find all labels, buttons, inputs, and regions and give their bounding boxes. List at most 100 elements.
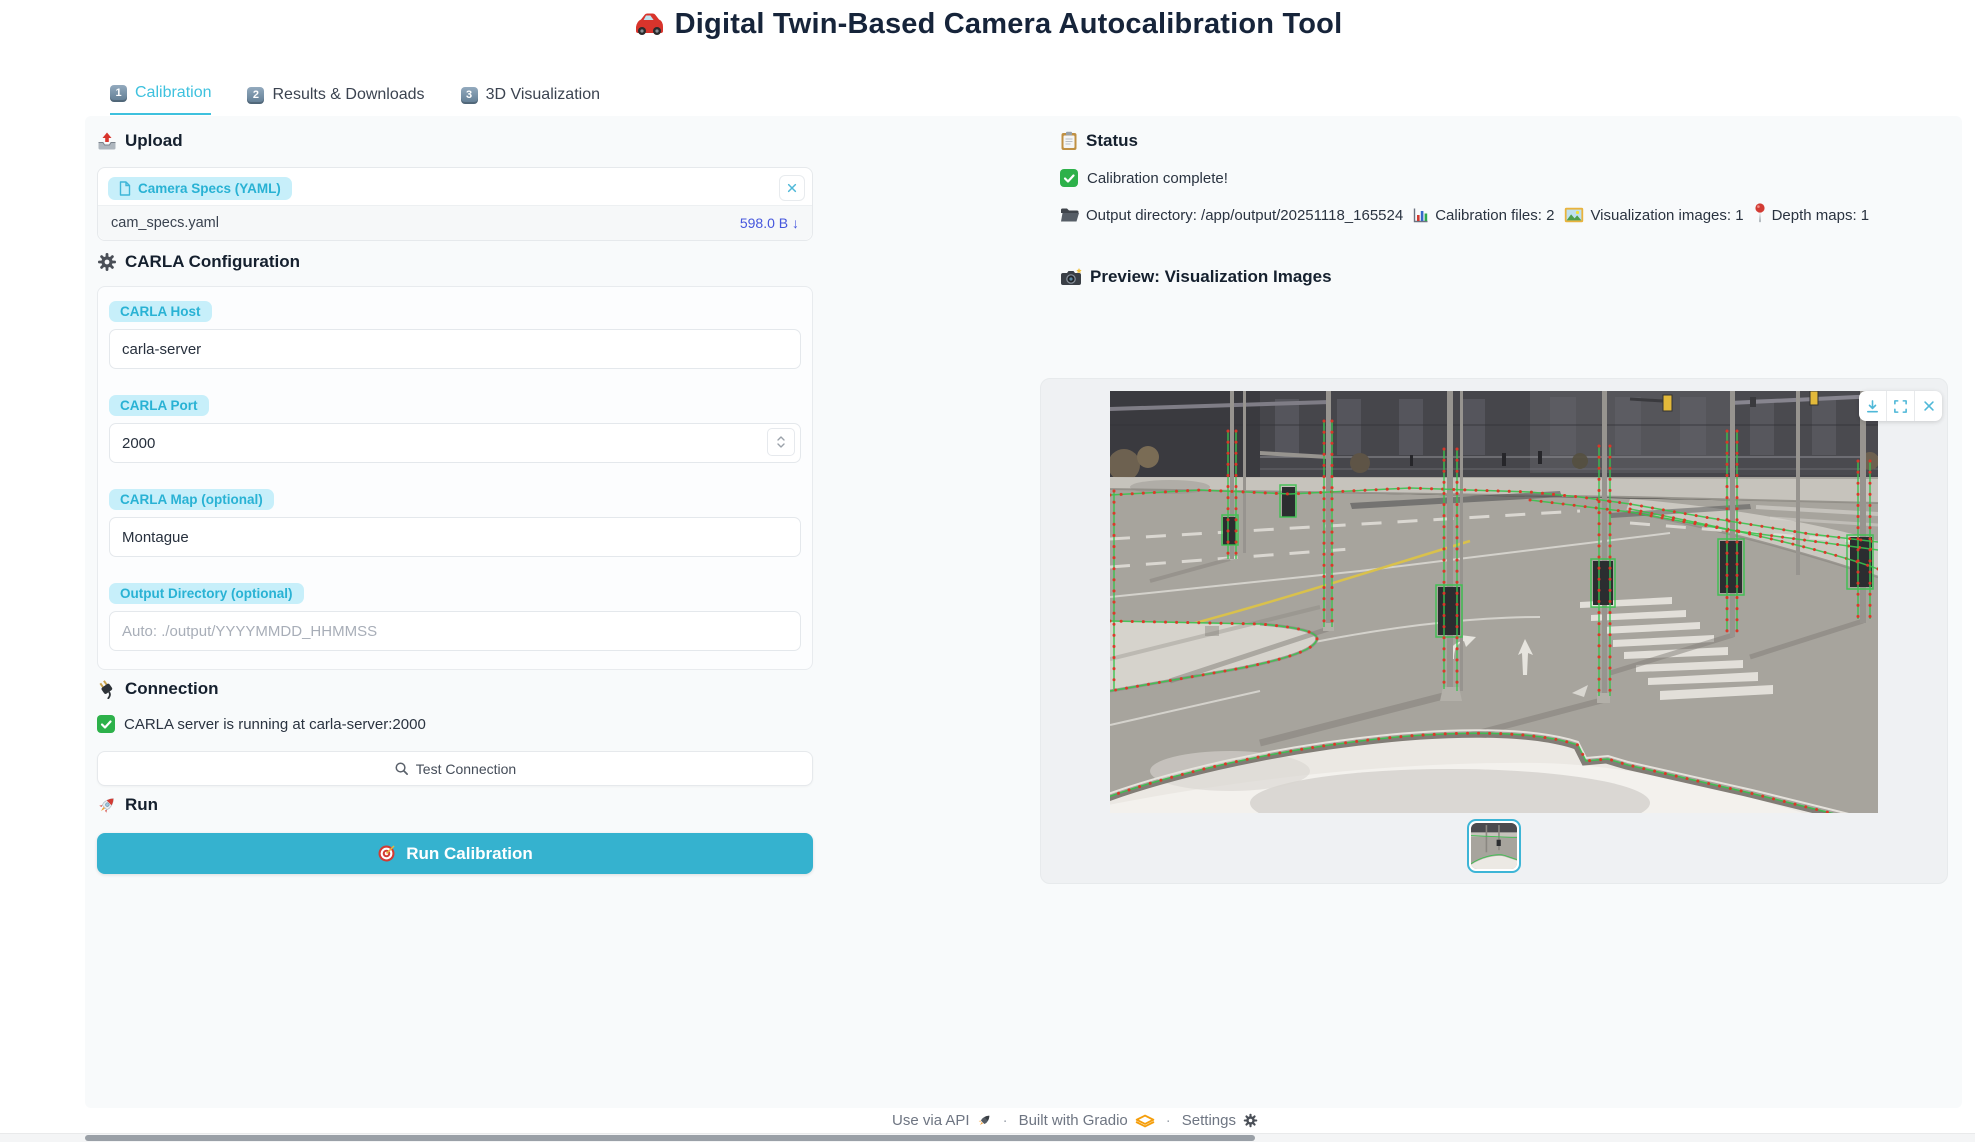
gradio-logo-icon: [1135, 1114, 1155, 1128]
download-arrow-icon: ↓: [792, 215, 799, 231]
detail-depth-maps: Depth maps: 1: [1772, 207, 1870, 224]
footer-separator: ·: [1003, 1112, 1008, 1129]
close-icon: [1922, 399, 1936, 413]
file-type-badge: Camera Specs (YAML): [108, 177, 292, 200]
clipboard-icon: [1060, 131, 1078, 151]
tab-bar: 1 Calibration 2 Results & Downloads 3 3D…: [110, 84, 600, 115]
field-carla-host: CARLA Host: [109, 301, 801, 369]
built-with-gradio-label: Built with Gradio: [1019, 1112, 1128, 1129]
keycap-3-icon: 3: [461, 87, 478, 104]
run-heading: Run: [97, 795, 158, 815]
keycap-2-icon: 2: [247, 87, 264, 104]
api-rocket-icon: [977, 1113, 992, 1128]
camera-flash-icon: [1060, 268, 1082, 286]
download-image-button[interactable]: [1859, 391, 1886, 421]
uploaded-file-name: cam_specs.yaml: [111, 215, 219, 231]
page-title-text: Digital Twin-Based Camera Autocalibratio…: [675, 8, 1343, 40]
detail-output-directory: Output directory: /app/output/20251118_1…: [1086, 207, 1403, 224]
upload-heading-text: Upload: [125, 131, 183, 151]
uploaded-file-row[interactable]: cam_specs.yaml 598.0 B ↓: [98, 205, 812, 240]
plug-icon: [97, 679, 117, 699]
test-connection-label: Test Connection: [416, 761, 516, 777]
clear-file-button[interactable]: [779, 175, 805, 201]
picture-icon: [1564, 207, 1584, 223]
connection-heading-text: Connection: [125, 679, 219, 699]
app-window: Digital Twin-Based Camera Autocalibratio…: [0, 0, 1975, 1142]
output-directory-label: Output Directory (optional): [109, 583, 304, 604]
search-icon: [394, 761, 409, 776]
built-with-gradio-link[interactable]: Built with Gradio: [1019, 1112, 1155, 1129]
file-icon: [119, 181, 131, 196]
close-preview-button[interactable]: [1914, 391, 1942, 421]
gear-icon: [97, 252, 117, 272]
page-title: Digital Twin-Based Camera Autocalibratio…: [0, 8, 1975, 41]
field-carla-map: CARLA Map (optional): [109, 489, 801, 557]
connection-status: CARLA server is running at carla-server:…: [97, 715, 426, 733]
upload-heading: Upload: [97, 131, 183, 151]
rocket-icon: [97, 795, 117, 815]
test-connection-button[interactable]: Test Connection: [97, 751, 813, 786]
carla-host-label: CARLA Host: [109, 301, 212, 322]
fullscreen-icon: [1893, 399, 1908, 414]
carla-scene-graphic: [1110, 391, 1878, 813]
use-via-api-label: Use via API: [892, 1112, 970, 1129]
tab-results-downloads[interactable]: 2 Results & Downloads: [247, 86, 424, 115]
tab-calibration[interactable]: 1 Calibration: [110, 84, 211, 115]
preview-heading: Preview: Visualization Images: [1060, 267, 1332, 287]
file-download-link[interactable]: 598.0 B ↓: [740, 215, 799, 231]
settings-link[interactable]: Settings: [1182, 1112, 1258, 1129]
config-heading: CARLA Configuration: [97, 252, 300, 272]
outbox-tray-icon: [97, 131, 117, 151]
gallery-thumbnail[interactable]: [1467, 819, 1521, 873]
footer-separator: ·: [1166, 1112, 1171, 1129]
gear-icon: [1243, 1113, 1258, 1128]
fullscreen-button[interactable]: [1886, 391, 1914, 421]
run-heading-text: Run: [125, 795, 158, 815]
preview-heading-text: Preview: Visualization Images: [1090, 267, 1332, 287]
check-icon: [1060, 169, 1078, 187]
keycap-1-icon: 1: [110, 85, 127, 102]
thumbnail-graphic: [1471, 823, 1517, 869]
stepper-arrows-icon: [776, 435, 786, 449]
tab-calibration-label: Calibration: [135, 84, 211, 102]
pin-icon: [1754, 203, 1766, 223]
file-type-label: Camera Specs (YAML): [138, 181, 281, 196]
output-directory-input[interactable]: [109, 611, 801, 651]
visualization-gallery: [1040, 378, 1948, 884]
status-details: Output directory: /app/output/20251118_1…: [1060, 203, 1880, 228]
detail-calibration-files: Calibration files: 2: [1435, 207, 1554, 224]
config-heading-text: CARLA Configuration: [125, 252, 300, 272]
car-icon: [633, 11, 665, 37]
horizontal-scrollbar-track[interactable]: [0, 1133, 1975, 1142]
carla-port-input[interactable]: [109, 423, 801, 463]
gallery-thumbnail-strip: [1041, 819, 1947, 873]
close-icon: [786, 182, 798, 194]
folder-icon: [1060, 207, 1080, 223]
carla-map-label: CARLA Map (optional): [109, 489, 274, 510]
check-icon: [97, 715, 115, 733]
number-stepper[interactable]: [767, 428, 795, 456]
detail-visualization-images: Visualization images: 1: [1590, 207, 1743, 224]
status-message: Calibration complete!: [1060, 169, 1228, 187]
visualization-image[interactable]: [1110, 391, 1878, 813]
bar-chart-icon: [1413, 207, 1429, 223]
carla-host-input[interactable]: [109, 329, 801, 369]
tab-3d-visualization[interactable]: 3 3D Visualization: [461, 86, 600, 115]
field-output-directory: Output Directory (optional): [109, 583, 801, 651]
connection-status-text: CARLA server is running at carla-server:…: [124, 716, 426, 733]
status-heading: Status: [1060, 131, 1138, 151]
tab-3d-label: 3D Visualization: [486, 86, 600, 104]
run-calibration-label: Run Calibration: [406, 844, 533, 864]
horizontal-scrollbar-thumb[interactable]: [85, 1135, 1255, 1141]
run-calibration-button[interactable]: Run Calibration: [97, 833, 813, 874]
status-heading-text: Status: [1086, 131, 1138, 151]
config-panel: CARLA Host CARLA Port CARLA Map (optiona…: [97, 286, 813, 670]
download-icon: [1865, 399, 1880, 414]
settings-label: Settings: [1182, 1112, 1236, 1129]
connection-heading: Connection: [97, 679, 219, 699]
use-via-api-link[interactable]: Use via API: [892, 1112, 992, 1129]
field-carla-port: CARLA Port: [109, 395, 801, 463]
carla-map-input[interactable]: [109, 517, 801, 557]
target-icon: [377, 844, 396, 863]
footer: Use via API · Built with Gradio · Settin…: [892, 1112, 1258, 1129]
